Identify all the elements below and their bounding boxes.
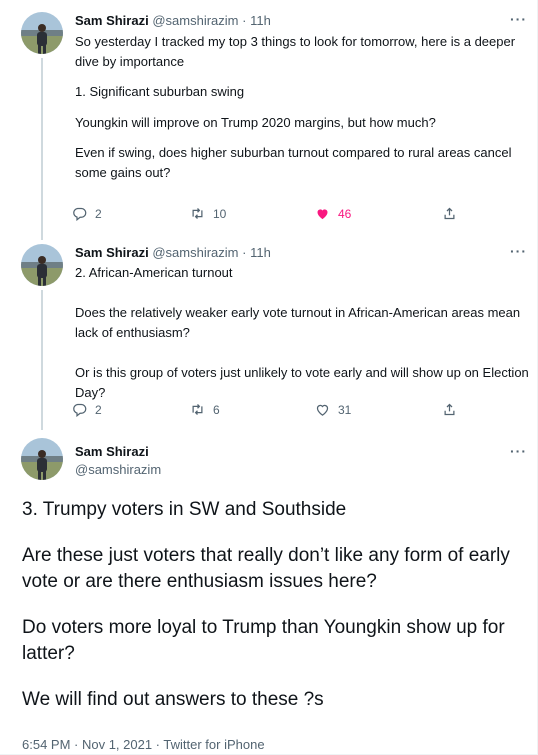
tweet-paragraph: Youngkin will improve on Trump 2020 marg… [75,115,436,130]
reply-count: 2 [95,402,102,417]
tweet-paragraph: Are these just voters that really don’t … [22,545,510,592]
separator: · [242,13,247,28]
retweet-count: 6 [213,402,220,417]
tweet-text: 3. Trumpy voters in SW and Southside Are… [22,497,522,733]
tweet-paragraph: Do voters more loyal to Trump than Young… [22,617,505,664]
like-count: 31 [338,402,352,417]
author-name[interactable]: Sam Shirazi [75,245,149,260]
share-icon [444,403,455,416]
thread-connector [41,58,43,240]
author-handle[interactable]: @samshirazim [75,462,161,477]
more-options-button[interactable]: ··· [510,243,527,259]
tweet-actions: 2 6 31 [72,402,472,420]
retweet-count: 10 [213,206,227,221]
thread-connector [41,290,43,430]
more-options-button[interactable]: ··· [510,11,527,27]
share-button[interactable] [442,402,457,417]
tweet-time[interactable]: 11h [250,245,271,260]
like-button[interactable]: 46 [315,206,351,221]
retweet-icon [192,208,203,219]
tweet-thread: Sam Shirazi @samshirazim · 11h ··· So ye… [0,0,538,755]
share-icon [444,207,455,220]
author-name[interactable]: Sam Shirazi [75,13,149,28]
more-options-button[interactable]: ··· [510,443,527,459]
retweet-icon [192,404,203,415]
like-count: 46 [338,206,352,221]
tweet-paragraph: 3. Trumpy voters in SW and Southside [22,499,347,520]
reply-icon [73,207,87,221]
author-name[interactable]: Sam Shirazi [75,444,149,459]
retweet-button[interactable]: 10 [190,206,226,221]
tweet-paragraph: Even if swing, does higher suburban turn… [75,145,512,180]
tweet-text: 2. African-American turnout Does the rel… [75,263,530,413]
like-button[interactable]: 31 [315,402,351,417]
separator: · [242,245,247,260]
reply-icon [73,403,87,417]
tweet-time[interactable]: 11h [250,13,271,28]
tweet-timestamp[interactable]: 6:54 PM · Nov 1, 2021 · Twitter for iPho… [22,737,265,752]
reply-button[interactable]: 2 [72,206,102,221]
tweet-actions: 2 10 46 [72,206,472,224]
tweet-text: So yesterday I tracked my top 3 things t… [75,32,530,193]
reply-button[interactable]: 2 [72,402,102,417]
retweet-button[interactable]: 6 [190,402,220,417]
avatar[interactable] [21,12,63,54]
tweet-paragraph: So yesterday I tracked my top 3 things t… [75,34,516,69]
tweet-paragraph: 2. African-American turnout [75,265,233,280]
tweet-paragraph: Or is this group of voters just unlikely… [75,365,529,400]
heart-icon [316,404,329,416]
share-button[interactable] [442,206,457,221]
tweet-paragraph: 1. Significant suburban swing [75,84,245,99]
tweet-paragraph: Does the relatively weaker early vote tu… [75,305,521,340]
tweet-paragraph: We will find out answers to these ?s [22,689,324,710]
reply-count: 2 [95,206,102,221]
heart-filled-icon [317,209,328,220]
avatar[interactable] [21,438,63,480]
author-handle[interactable]: @samshirazim [152,13,238,28]
avatar[interactable] [21,244,63,286]
author-handle[interactable]: @samshirazim [152,245,238,260]
